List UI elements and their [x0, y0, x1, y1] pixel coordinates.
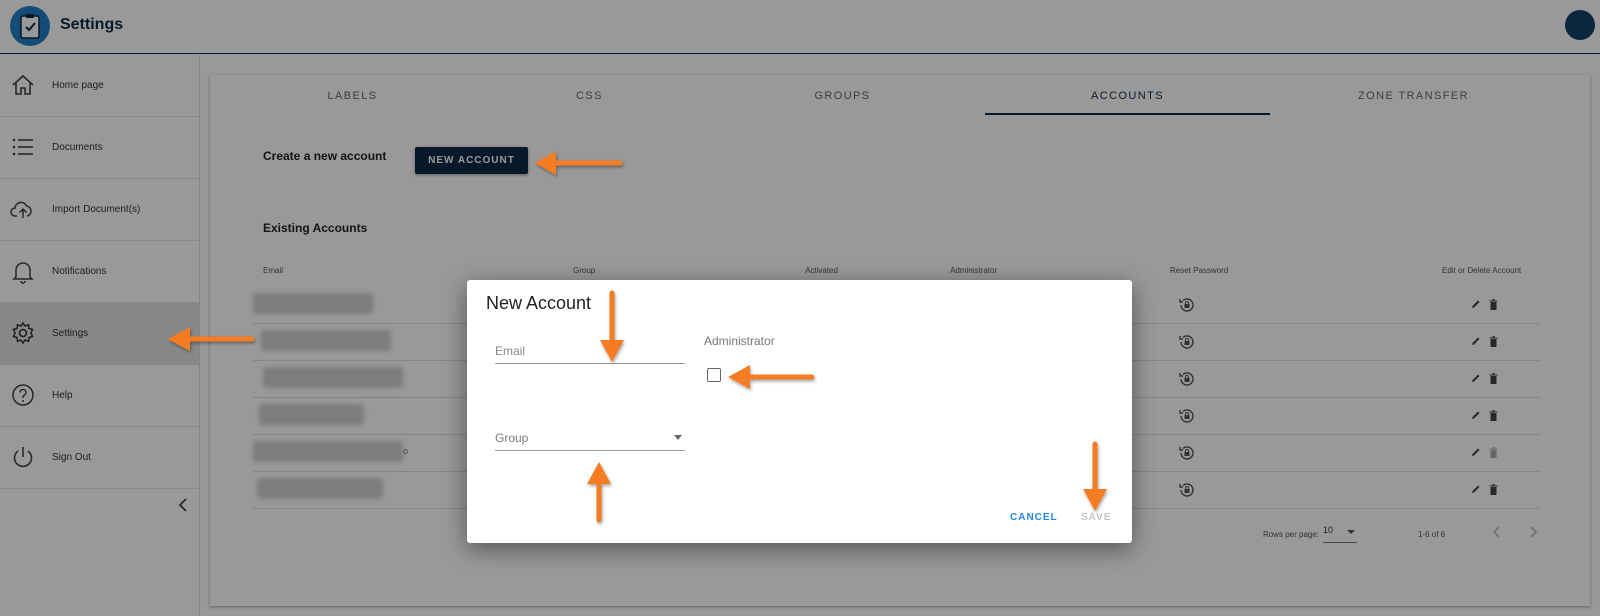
- group-select[interactable]: Group: [495, 429, 685, 451]
- administrator-checkbox[interactable]: [707, 368, 721, 382]
- new-account-dialog: New Account Administrator Group CANCEL S…: [467, 280, 1132, 543]
- group-placeholder: Group: [495, 431, 529, 445]
- email-input[interactable]: [495, 344, 685, 358]
- cancel-button[interactable]: CANCEL: [1010, 512, 1058, 523]
- save-button[interactable]: SAVE: [1081, 512, 1112, 523]
- email-field[interactable]: [495, 342, 685, 364]
- caret-down-icon: [674, 435, 682, 440]
- dialog-title: New Account: [486, 293, 592, 313]
- administrator-label: Administrator: [704, 334, 775, 348]
